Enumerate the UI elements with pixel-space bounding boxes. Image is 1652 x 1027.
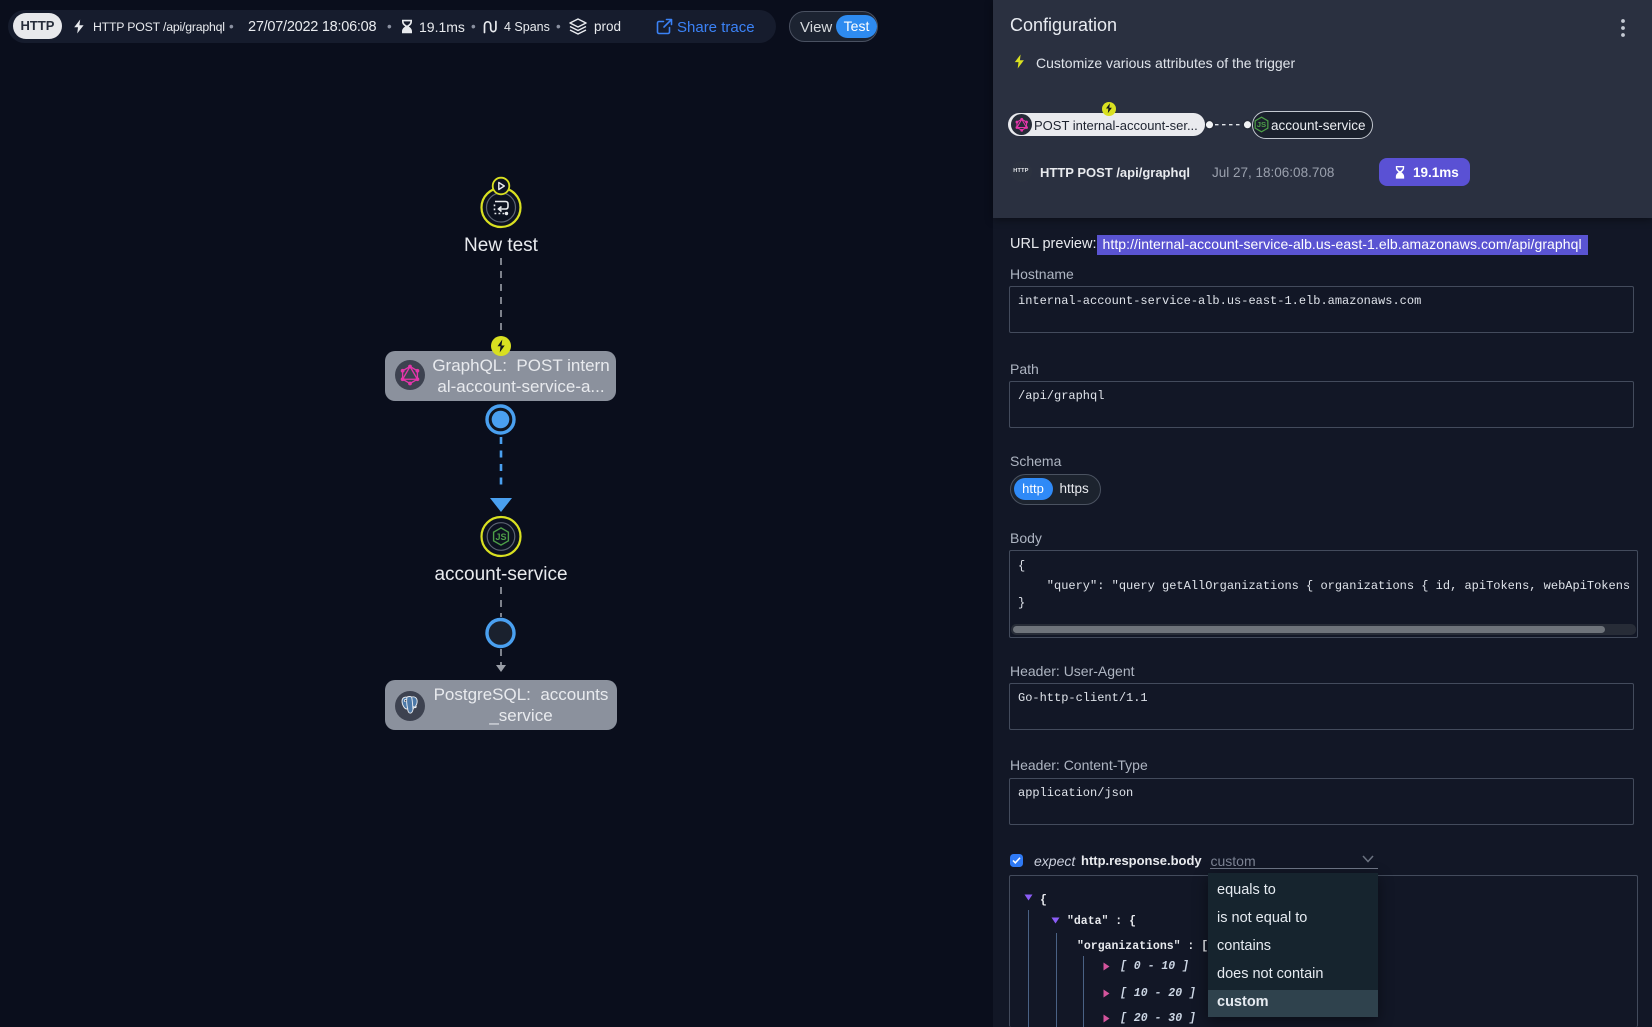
svg-text:JS: JS: [495, 532, 506, 542]
svg-text:JS: JS: [1256, 120, 1265, 129]
